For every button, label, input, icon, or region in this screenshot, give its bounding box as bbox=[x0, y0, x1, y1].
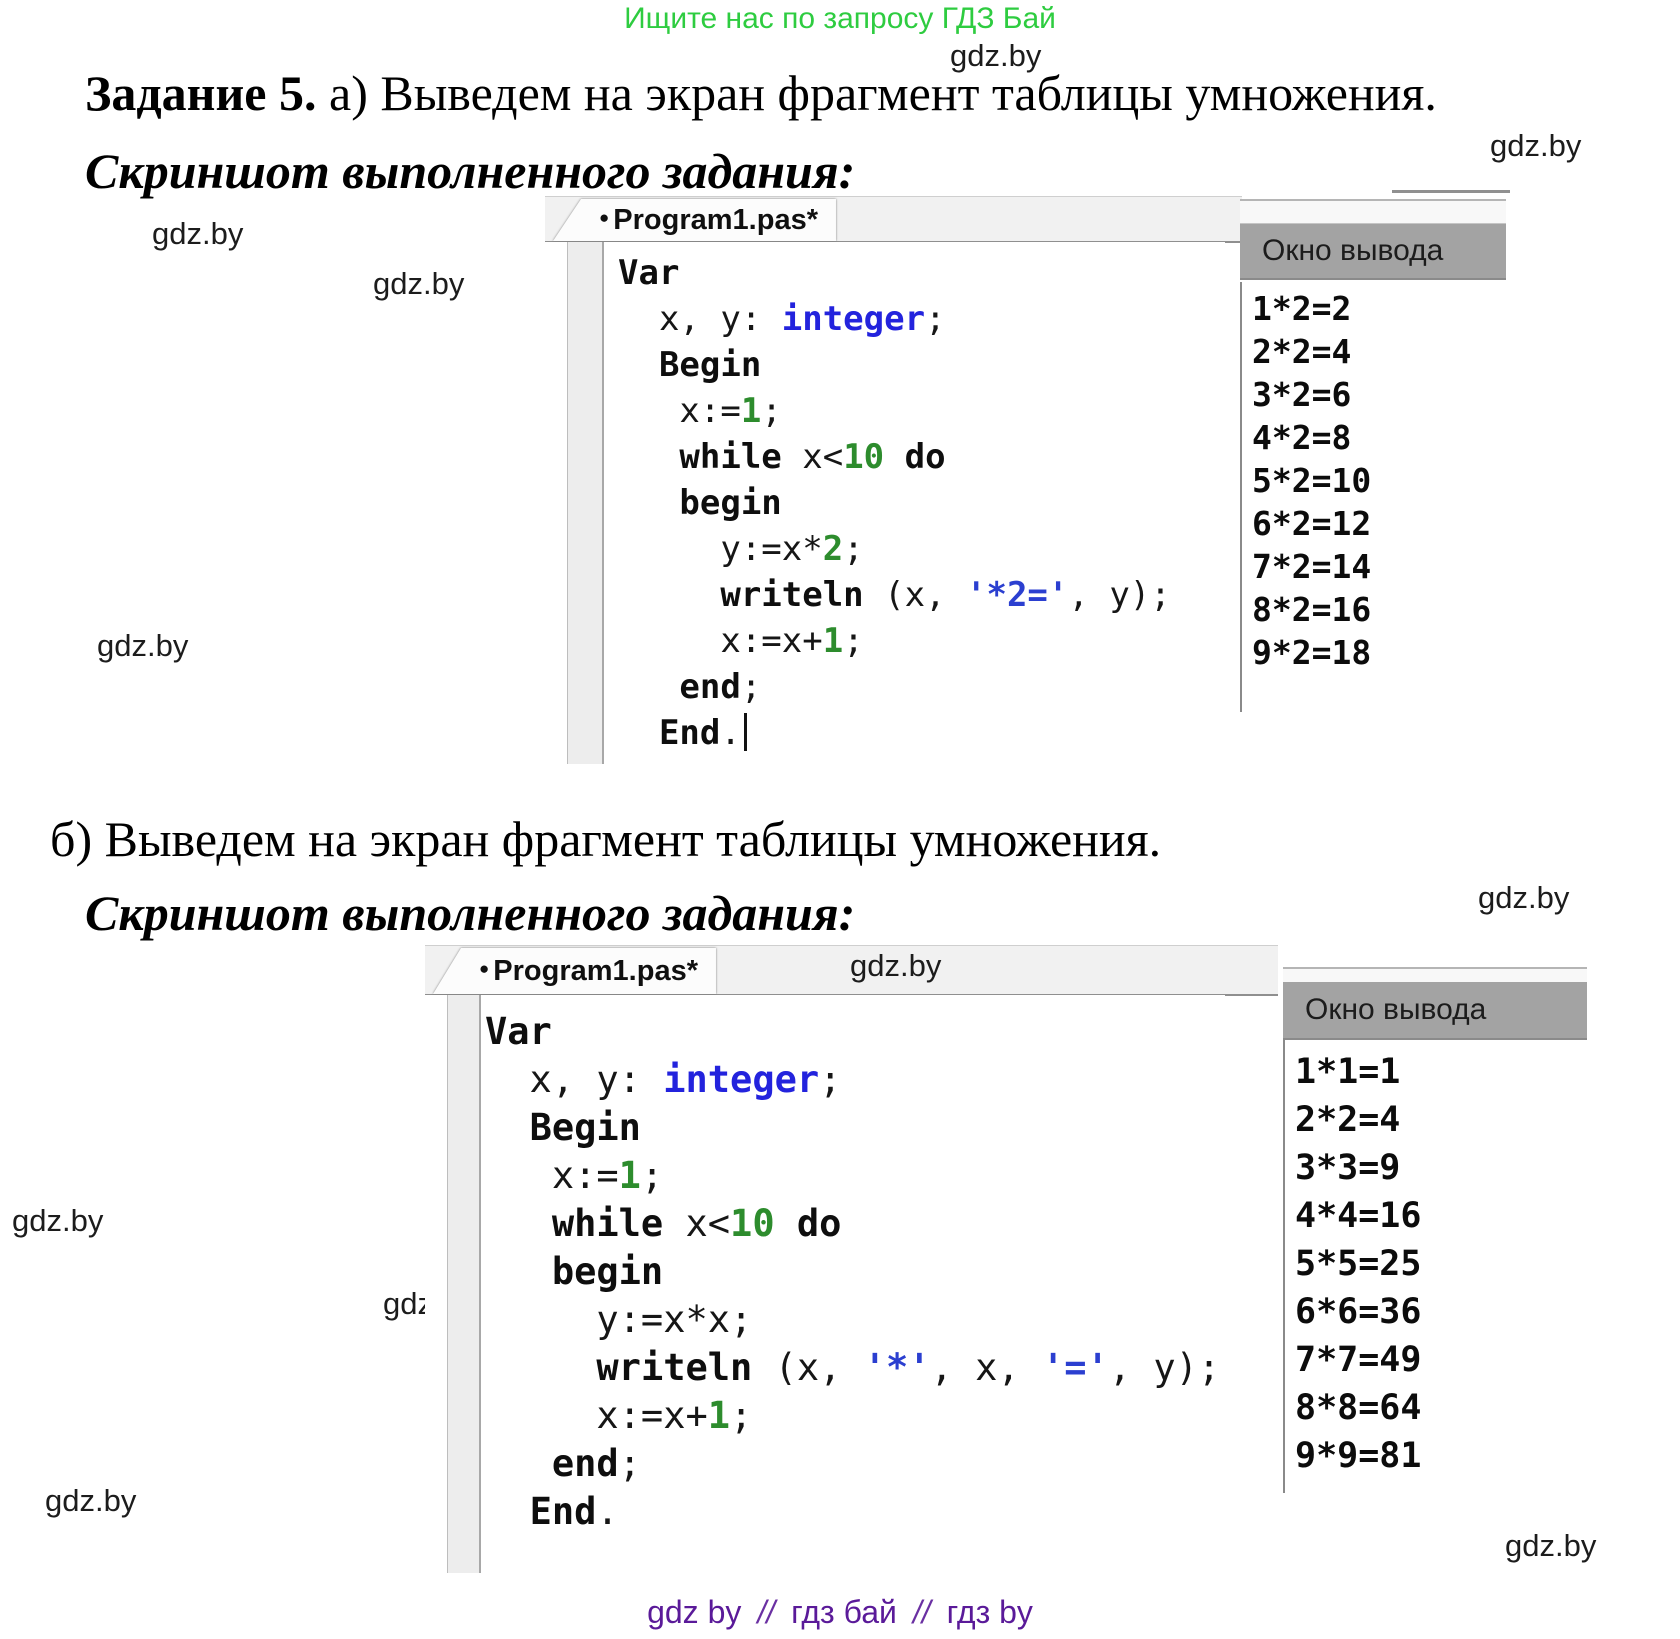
ide-b-output-header: Окно вывода bbox=[1283, 982, 1587, 1040]
code-line: y:=x*x; bbox=[485, 1296, 1220, 1344]
ide-b-output-titlebar bbox=[1283, 967, 1587, 983]
code-line: writeln (x, '*2=', y); bbox=[618, 572, 1171, 618]
output-line: 5*2=10 bbox=[1252, 459, 1506, 502]
task-a-title: Задание 5. а) Выведем на экран фрагмент … bbox=[85, 64, 1437, 122]
tab-label: Program1.pas* bbox=[493, 955, 698, 988]
ide-a-code: Var x, y: integer; Begin x:=1; while x<1… bbox=[618, 242, 1171, 756]
code-line: x:=x+1; bbox=[485, 1392, 1220, 1440]
output-line: 1*2=2 bbox=[1252, 287, 1506, 330]
code-line: x:=1; bbox=[618, 388, 1171, 434]
watermark: gdz.by bbox=[850, 948, 941, 984]
code-line: Var bbox=[485, 1008, 1220, 1056]
output-line: 7*2=14 bbox=[1252, 545, 1506, 588]
output-line: 7*7=49 bbox=[1295, 1336, 1587, 1384]
task-a-subtitle: Скриншот выполненного задания: bbox=[85, 142, 855, 200]
output-line: 4*4=16 bbox=[1295, 1192, 1587, 1240]
watermark: gdz.by bbox=[1490, 128, 1581, 164]
watermark: gdz.by bbox=[97, 628, 188, 664]
ide-a-tab-bar: ● Program1.pas* bbox=[545, 196, 1242, 243]
ide-b-tab: ● Program1.pas* bbox=[433, 948, 716, 994]
ide-b-code: Var x, y: integer; Begin x:=1; while x<1… bbox=[485, 995, 1220, 1536]
footer-separator: // bbox=[757, 1594, 775, 1630]
watermark: gdz.by bbox=[373, 266, 464, 302]
footer-separator: // bbox=[913, 1594, 931, 1630]
output-line: 6*2=12 bbox=[1252, 502, 1506, 545]
ide-a-output-titlebar bbox=[1240, 199, 1506, 224]
ide-b-gutter bbox=[447, 995, 481, 1573]
ide-b-editor: Var x, y: integer; Begin x:=1; while x<1… bbox=[425, 995, 1225, 1573]
output-window-title: Окно вывода bbox=[1262, 234, 1443, 268]
tab-label: Program1.pas* bbox=[613, 204, 818, 237]
code-line: begin bbox=[485, 1248, 1220, 1296]
ide-a-output-header: Окно вывода bbox=[1240, 224, 1506, 280]
code-line: begin bbox=[618, 480, 1171, 526]
ide-b-output-body: 1*1=12*2=43*3=94*4=165*5=256*6=367*7=498… bbox=[1283, 1040, 1587, 1493]
modified-dot-icon: ● bbox=[599, 208, 609, 228]
code-line: Begin bbox=[485, 1104, 1220, 1152]
code-line: end; bbox=[618, 664, 1171, 710]
output-line: 9*2=18 bbox=[1252, 631, 1506, 674]
footer-text: gdz by bbox=[647, 1594, 741, 1630]
output-line: 2*2=4 bbox=[1252, 330, 1506, 373]
ide-a-tab: ● Program1.pas* bbox=[553, 199, 836, 241]
output-line: 9*9=81 bbox=[1295, 1432, 1587, 1480]
watermark: gdz.by bbox=[1505, 1528, 1596, 1564]
watermark: gdz.by bbox=[45, 1483, 136, 1519]
output-line: 3*2=6 bbox=[1252, 373, 1506, 416]
task-number: Задание 5. bbox=[85, 65, 317, 121]
task-b-subtitle: Скриншот выполненного задания: bbox=[85, 884, 855, 942]
code-line: x:=x+1; bbox=[618, 618, 1171, 664]
output-line: 3*3=9 bbox=[1295, 1144, 1587, 1192]
code-line: x:=1; bbox=[485, 1152, 1220, 1200]
watermark: gdz.by bbox=[12, 1203, 103, 1239]
modified-dot-icon: ● bbox=[479, 959, 489, 979]
output-line: 8*2=16 bbox=[1252, 588, 1506, 631]
output-window-title: Окно вывода bbox=[1305, 993, 1486, 1027]
code-line: y:=x*2; bbox=[618, 526, 1171, 572]
watermark: gdz.by bbox=[152, 216, 243, 252]
output-line: 5*5=25 bbox=[1295, 1240, 1587, 1288]
output-line: 1*1=1 bbox=[1295, 1048, 1587, 1096]
code-line: while x<10 do bbox=[485, 1200, 1220, 1248]
promo-banner: Ищите нас по запросу ГДЗ Бай bbox=[0, 2, 1680, 36]
code-line: x, y: integer; bbox=[618, 296, 1171, 342]
document-page: Ищите нас по запросу ГДЗ Бай gdz.by gdz.… bbox=[0, 0, 1680, 1639]
output-line: 8*8=64 bbox=[1295, 1384, 1587, 1432]
footer-text: гдз бай bbox=[791, 1594, 897, 1630]
ide-a-gutter bbox=[567, 242, 604, 764]
footer-text: гдз by bbox=[947, 1594, 1033, 1630]
code-line: writeln (x, '*', x, '=', y); bbox=[485, 1344, 1220, 1392]
watermark: gdz.by bbox=[1478, 880, 1569, 916]
code-line: End. bbox=[618, 710, 1171, 756]
task-b-title: б) Выведем на экран фрагмент таблицы умн… bbox=[50, 810, 1161, 868]
site-footer: gdz by // гдз бай // гдз by bbox=[0, 1594, 1680, 1631]
output-line: 6*6=36 bbox=[1295, 1288, 1587, 1336]
window-edge-line bbox=[1392, 190, 1510, 193]
ide-a-output-body: 1*2=22*2=43*2=64*2=85*2=106*2=127*2=148*… bbox=[1240, 282, 1506, 712]
code-line: end; bbox=[485, 1440, 1220, 1488]
code-line: while x<10 do bbox=[618, 434, 1171, 480]
code-line: End. bbox=[485, 1488, 1220, 1536]
output-line: 4*2=8 bbox=[1252, 416, 1506, 459]
code-line: x, y: integer; bbox=[485, 1056, 1220, 1104]
ide-a-editor: Var x, y: integer; Begin x:=1; while x<1… bbox=[545, 242, 1225, 764]
code-line: Var bbox=[618, 250, 1171, 296]
text-cursor bbox=[744, 713, 747, 751]
output-line: 2*2=4 bbox=[1295, 1096, 1587, 1144]
task-a-text: а) Выведем на экран фрагмент таблицы умн… bbox=[317, 65, 1437, 121]
code-line: Begin bbox=[618, 342, 1171, 388]
